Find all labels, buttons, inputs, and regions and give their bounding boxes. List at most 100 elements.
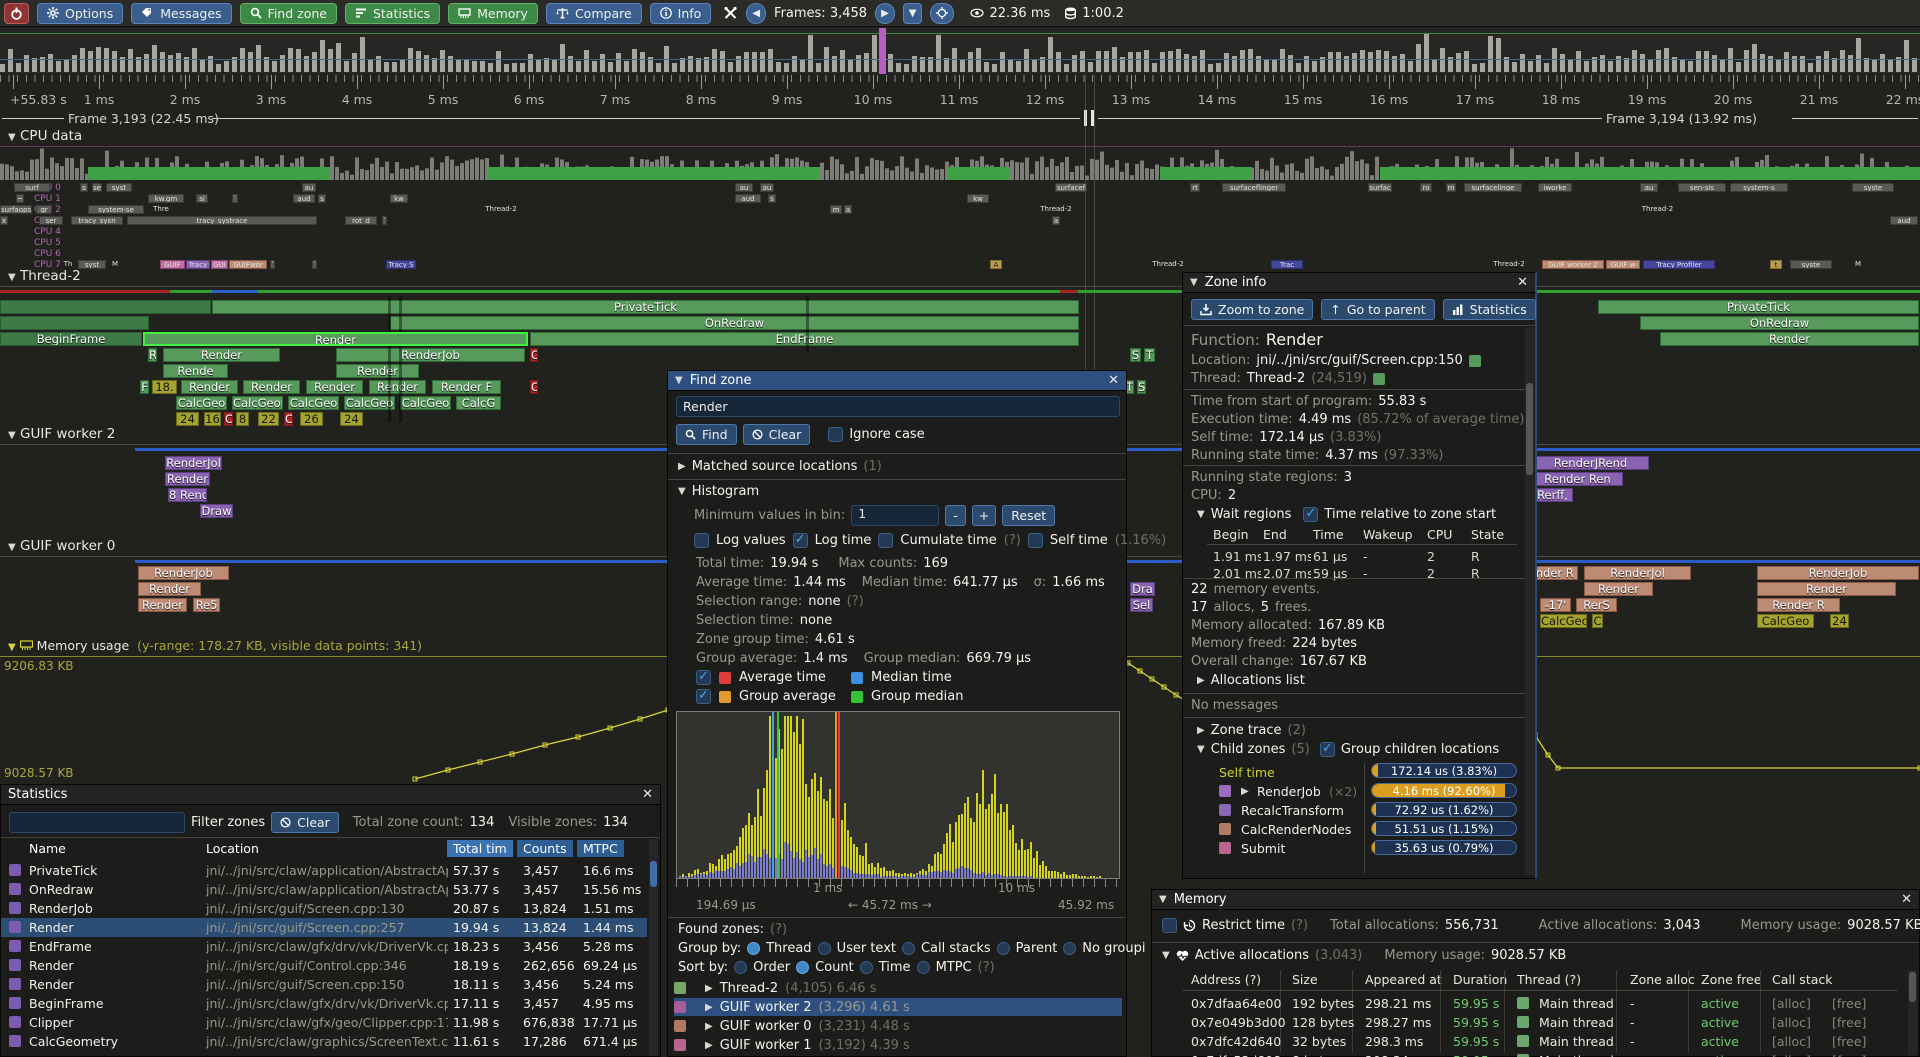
wait-column-Wakeup[interactable]: Wakeup (1363, 527, 1413, 542)
reset-button[interactable]: Reset (1002, 505, 1055, 526)
scrollbar-thumb[interactable] (650, 861, 657, 887)
statistics-row[interactable]: Renderjni/../jni/src/guif/Control.cpp:34… (1, 956, 647, 975)
legend-checkbox[interactable] (696, 670, 711, 685)
child-time-bar[interactable]: 72.92 us (1.62%) (1371, 802, 1517, 817)
zone-statistics-button[interactable]: Statistics (1443, 299, 1536, 320)
column-header-Location[interactable]: Location (200, 840, 265, 857)
column-header-Size[interactable]: Size (1292, 972, 1318, 987)
memory-scrollbar[interactable] (1908, 970, 1917, 1055)
wait-column-Begin[interactable]: Begin (1213, 527, 1249, 542)
close-icon[interactable]: ✕ (1108, 373, 1119, 388)
zoom-to-zone-button[interactable]: Zoom to zone (1191, 299, 1313, 320)
zone-info-scrollbar[interactable] (1525, 327, 1534, 875)
child-time-bar[interactable]: 4.16 ms (92.60%) (1371, 783, 1517, 798)
close-icon[interactable]: ✕ (1517, 275, 1528, 290)
found-group-row[interactable]: ▶GUIF worker 2(3,296) 4.61 s (674, 998, 1122, 1016)
allocations-list-row[interactable]: ▶Allocations list (1197, 673, 1305, 688)
find-zone-window-titlebar[interactable]: ▼Find zone✕ (668, 371, 1126, 391)
active-allocations-header[interactable]: ▼ Active allocations(3,043) Memory usage… (1162, 948, 1566, 963)
child-time-bar[interactable]: 172.14 us (3.83%) (1371, 763, 1517, 778)
column-header-Zone alloc[interactable]: Zone alloc (1630, 972, 1695, 987)
radio-Call stacks[interactable] (902, 942, 915, 955)
column-header-Appeared at[interactable]: Appeared at (1365, 972, 1442, 987)
checkbox-Self time[interactable] (1028, 533, 1043, 548)
radio-Count[interactable] (796, 961, 809, 974)
legend-checkbox[interactable] (696, 689, 711, 704)
column-header-Duration[interactable]: Duration (1453, 972, 1507, 987)
statistics-header-row[interactable]: Name Location Total timCountsMTPC (1, 839, 660, 858)
go-to-parent-button[interactable]: ↑Go to parent (1321, 299, 1434, 320)
child-zone-name[interactable]: CalcRenderNodes (1241, 822, 1351, 837)
histogram-section-header[interactable]: ▼Histogram (678, 484, 759, 499)
radio-Time[interactable] (860, 961, 873, 974)
wait-column-State[interactable]: State (1471, 527, 1504, 542)
min-bin-input[interactable]: 1 (851, 505, 939, 526)
found-group-row[interactable]: ▶GUIF worker 0(3,231) 4.48 s (674, 1017, 1122, 1035)
column-header-Total tim[interactable]: Total tim (447, 840, 513, 857)
close-icon[interactable]: ✕ (642, 787, 653, 802)
wait-column-End[interactable]: End (1263, 527, 1287, 542)
group-children-checkbox[interactable] (1320, 742, 1335, 757)
scrollbar-thumb[interactable] (1526, 383, 1533, 475)
matched-locations-row[interactable]: ▶Matched source locations(1) (678, 459, 882, 474)
statistics-row[interactable]: Clipperjni/../jni/src/claw/gfx/geo/Clipp… (1, 1013, 647, 1032)
found-group-row[interactable]: ▶Thread-2(4,105) 6.46 s (674, 979, 1122, 997)
find-button[interactable]: Find (676, 424, 737, 445)
column-header-Name[interactable]: Name (23, 840, 72, 857)
statistics-window-titlebar[interactable]: Statistics✕ (1, 785, 660, 805)
zone-info-window-titlebar[interactable]: ▼Zone info✕ (1183, 273, 1535, 293)
close-icon[interactable]: ✕ (1901, 892, 1912, 907)
child-zones-header[interactable]: ▼Child zones(5)Group children locations (1197, 742, 1499, 757)
restrict-time-checkbox[interactable] (1162, 918, 1177, 933)
child-time-bar[interactable]: 51.51 us (1.15%) (1371, 821, 1517, 836)
column-header-MTPC[interactable]: MTPC (577, 840, 624, 857)
expand-icon[interactable]: ▶ (705, 1040, 713, 1051)
relative-time-checkbox[interactable] (1303, 507, 1318, 522)
checkbox-Log time[interactable] (793, 533, 808, 548)
expand-icon[interactable]: ▶ (705, 1021, 713, 1032)
wait-column-CPU[interactable]: CPU (1427, 527, 1452, 542)
statistics-row[interactable]: Renderjni/../jni/src/guif/Screen.cpp:150… (1, 975, 647, 994)
radio-User text[interactable] (818, 942, 831, 955)
radio-No groupi[interactable] (1063, 942, 1076, 955)
radio-MTPC[interactable] (917, 961, 930, 974)
zone-trace-row[interactable]: ▶Zone trace(2) (1197, 723, 1306, 738)
column-header-Zone free[interactable]: Zone free (1701, 972, 1761, 987)
column-header-Call stack[interactable]: Call stack (1772, 972, 1833, 987)
child-time-bar[interactable]: 35.63 us (0.79%) (1371, 840, 1517, 855)
statistics-row[interactable]: RenderJobjni/../jni/src/guif/Screen.cpp:… (1, 899, 647, 918)
wait-regions-header[interactable]: ▼Wait regionsTime relative to zone start (1197, 507, 1496, 522)
thread-color-swatch[interactable] (1373, 373, 1385, 385)
found-group-row[interactable]: ▶GUIF worker 1(3,192) 4.39 s (674, 1036, 1122, 1054)
statistics-row[interactable]: Renderjni/../jni/src/guif/Screen.cpp:257… (1, 918, 647, 937)
statistics-row[interactable]: EndFramejni/../jni/src/claw/gfx/drv/vk/D… (1, 937, 647, 956)
expand-icon[interactable]: ▶ (705, 983, 713, 994)
zone-color-swatch[interactable] (1469, 355, 1481, 367)
scrollbar-thumb[interactable] (1909, 972, 1916, 1002)
radio-Parent[interactable] (997, 942, 1010, 955)
min-bin-minus-button[interactable]: - (945, 505, 966, 526)
expand-icon[interactable]: ▶ (1241, 786, 1249, 797)
zone-Render[interactable]: Render (143, 332, 528, 346)
column-header-Counts[interactable]: Counts (517, 840, 573, 857)
statistics-row[interactable]: PrivateTickjni/../jni/src/claw/applicati… (1, 861, 647, 880)
child-zone-name[interactable]: RecalcTransform (1241, 803, 1344, 818)
expand-icon[interactable]: ▶ (705, 1002, 713, 1013)
statistics-scrollbar[interactable] (649, 839, 658, 1056)
find-zone-histogram[interactable] (676, 711, 1120, 879)
column-header-Thread[interactable]: Thread (?) (1517, 972, 1581, 987)
checkbox-Cumulate time[interactable] (878, 533, 893, 548)
ignore-case-checkbox[interactable] (828, 427, 843, 442)
memory-window-titlebar[interactable]: ▼Memory✕ (1152, 890, 1919, 910)
find-zone-query-input[interactable]: Render (676, 396, 1120, 417)
filter-input[interactable] (9, 812, 185, 833)
wait-column-Time[interactable]: Time (1313, 527, 1344, 542)
checkbox-Log values[interactable] (694, 533, 709, 548)
statistics-row[interactable]: CalcGeometryjni/../jni/src/claw/graphics… (1, 1032, 647, 1051)
statistics-row[interactable]: OnRedrawjni/../jni/src/claw/application/… (1, 880, 647, 899)
statistics-row[interactable]: BeginFramejni/../jni/src/claw/gfx/drv/vk… (1, 994, 647, 1013)
radio-Order[interactable] (734, 961, 747, 974)
clear-button[interactable]: Clear (743, 424, 811, 445)
child-zone-name[interactable]: Submit (1241, 841, 1285, 856)
child-zone-name[interactable]: RenderJob (1257, 784, 1321, 799)
